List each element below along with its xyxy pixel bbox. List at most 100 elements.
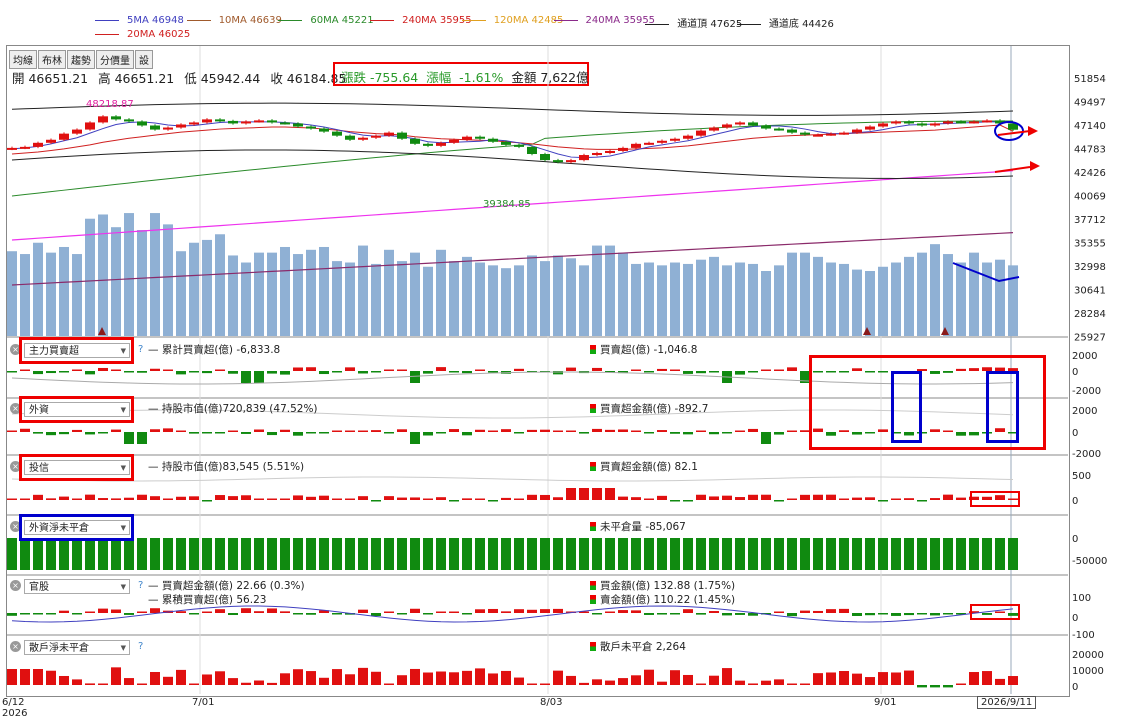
- panel-right-value: 買賣超金額(億) -892.7: [600, 403, 709, 415]
- trust-bar: [72, 498, 82, 500]
- retail-oi-bar: [735, 680, 745, 685]
- candle-body: [163, 127, 173, 130]
- indicator-select[interactable]: 官股 ▼: [24, 579, 130, 594]
- candle-body: [436, 142, 446, 146]
- foreign-bar: [280, 429, 290, 432]
- trust-bar: [592, 488, 602, 500]
- ma20-line: [11, 124, 1014, 155]
- retail-oi-bar: [293, 669, 303, 685]
- main-force-bar: [345, 367, 355, 371]
- main-force-bar: [670, 369, 680, 371]
- candle-body: [293, 123, 303, 127]
- main-force-bar: [98, 367, 108, 371]
- foreign-oi-bar: [904, 538, 914, 570]
- volume-bar: [670, 262, 680, 336]
- candle-body: [891, 121, 901, 124]
- foreign-oi-bar: [488, 538, 498, 570]
- main-force-bar: [254, 371, 264, 383]
- panel-close-icon[interactable]: ×: [10, 580, 21, 591]
- main-force-bar: [215, 369, 225, 371]
- price-tick-label: 51854: [1074, 74, 1106, 85]
- trust-bar: [332, 498, 342, 500]
- volume-bar: [930, 244, 940, 336]
- trust-bar: [800, 494, 810, 500]
- foreign-bar: [332, 430, 342, 432]
- panel-right-readout: 買賣超金額(億) -892.7: [590, 401, 708, 416]
- foreign-oi-bar: [761, 538, 771, 570]
- volume-bar: [46, 252, 56, 336]
- volume-bar: [384, 249, 394, 336]
- foreign-oi-bar: [20, 538, 30, 570]
- foreign-bar: [358, 430, 368, 432]
- foreign-oi-bar: [800, 538, 810, 570]
- foreign-oi-bar: [540, 538, 550, 570]
- gov-bar: [7, 613, 17, 616]
- volume-bar: [176, 251, 186, 336]
- help-icon[interactable]: ?: [138, 580, 143, 591]
- gov-bar: [293, 613, 303, 615]
- volume-bar: [7, 251, 17, 336]
- candle-body: [943, 121, 953, 124]
- retail-oi-bar: [566, 675, 576, 685]
- retail-oi-bar: [371, 671, 381, 685]
- help-icon[interactable]: ?: [138, 641, 143, 652]
- trust-bar: [579, 488, 589, 500]
- trust-bar: [384, 496, 394, 500]
- candle-body: [514, 144, 524, 147]
- foreign-oi-bar: [566, 538, 576, 570]
- help-icon[interactable]: ?: [138, 344, 143, 355]
- retail-oi-bar: [956, 683, 966, 685]
- main-force-bar: [189, 371, 199, 373]
- retail-oi-bar: [7, 669, 17, 685]
- foreign-bar: [501, 429, 511, 432]
- foreign-oi-bar: [813, 538, 823, 570]
- trust-bar: [527, 494, 537, 500]
- x-label-year: 2026: [2, 708, 28, 719]
- gov-bar: [150, 608, 160, 613]
- candle-body: [371, 135, 381, 138]
- volume-bar: [852, 269, 862, 336]
- candle-body: [566, 160, 576, 163]
- trust-bar: [566, 488, 576, 500]
- candle-body: [241, 121, 251, 124]
- trust-bar: [280, 498, 290, 500]
- retail-oi-bar: [696, 683, 706, 685]
- retail-oi-bar: [969, 672, 979, 685]
- gov-bar: [215, 609, 225, 613]
- panel-tick-label: 0: [1072, 682, 1078, 693]
- volume-bar: [631, 263, 641, 336]
- retail-oi-bar: [345, 674, 355, 685]
- select-highlight-box: [19, 514, 134, 541]
- gov-bar: [306, 613, 316, 615]
- panel-left-readout: — 持股市值(億)83,545 (5.51%): [148, 461, 305, 473]
- retail-oi-bar: [59, 675, 69, 685]
- panel-right-value: 買金額(億) 132.88 (1.75%): [600, 580, 736, 592]
- main-force-bar: [592, 367, 602, 371]
- panel-tick-label: 0: [1072, 534, 1078, 545]
- foreign-oi-bar: [748, 538, 758, 570]
- indicator-select[interactable]: 散戶淨未平倉 ▼: [24, 640, 130, 655]
- trust-bar: [20, 498, 30, 500]
- main-force-bar: [657, 368, 667, 371]
- foreign-bar: [345, 430, 355, 432]
- candle-body: [605, 150, 615, 153]
- gov-bar: [72, 613, 82, 615]
- foreign-oi-bar: [670, 538, 680, 570]
- foreign-oi-bar: [943, 538, 953, 570]
- volume-bar: [137, 230, 147, 336]
- candle-body: [59, 133, 69, 140]
- trust-bar: [826, 494, 836, 500]
- gov-bar: [488, 608, 498, 613]
- trust-bar: [735, 497, 745, 500]
- gov-bar: [722, 613, 732, 616]
- gov-bar: [46, 613, 56, 615]
- panel-tick-label: -2000: [1072, 386, 1101, 397]
- gov-bar: [878, 613, 888, 615]
- main-force-bar: [59, 371, 69, 373]
- price-tick-label: 30641: [1074, 286, 1106, 297]
- foreign-oi-bar: [176, 538, 186, 570]
- candle-body: [345, 135, 355, 140]
- panel-close-icon[interactable]: ×: [10, 641, 21, 652]
- foreign-oi-bar: [1008, 538, 1018, 570]
- gov-bar: [917, 613, 927, 615]
